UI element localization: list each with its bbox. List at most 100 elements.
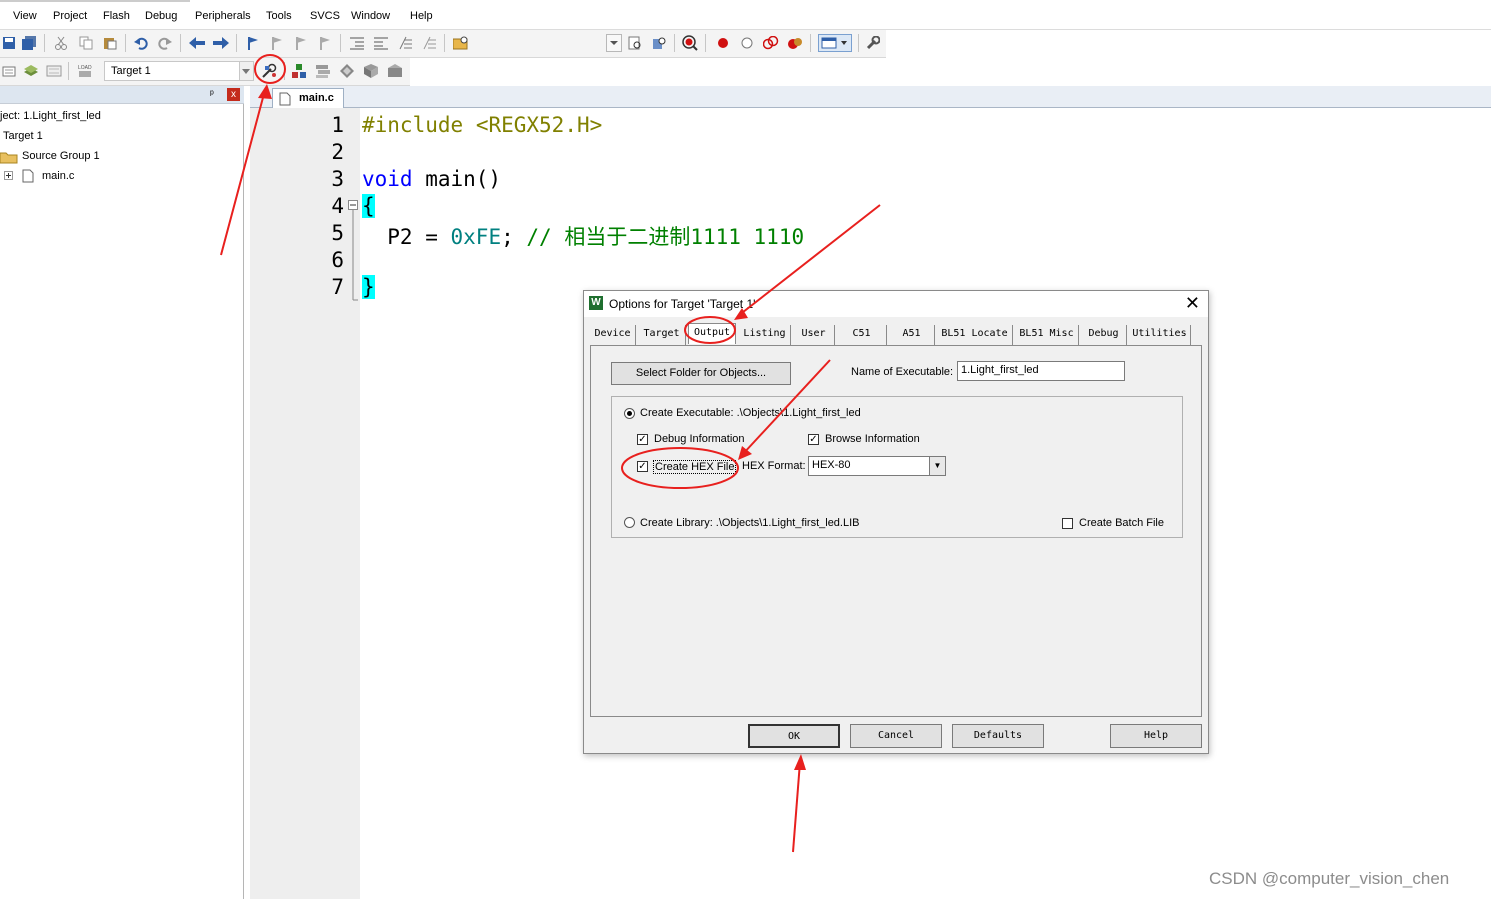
- menu-help[interactable]: Help: [410, 10, 433, 22]
- target-select[interactable]: Target 1: [104, 61, 254, 81]
- menu-svcs[interactable]: SVCS: [310, 10, 340, 22]
- options-dialog: W Options for Target 'Target 1' ✕ Device…: [583, 290, 1209, 754]
- rte-icon[interactable]: [362, 62, 380, 80]
- hex-format-select[interactable]: HEX-80 ▼: [808, 456, 946, 476]
- tree-target[interactable]: Target 1: [3, 130, 43, 142]
- find-combo-dropdown[interactable]: [606, 34, 622, 52]
- tab-utilities[interactable]: Utilities: [1129, 325, 1191, 345]
- tab-a51[interactable]: A51: [889, 325, 935, 345]
- bookmark-clear-icon[interactable]: [316, 34, 334, 52]
- create-library-radio[interactable]: [624, 517, 635, 528]
- manage-components-icon[interactable]: [290, 62, 308, 80]
- defaults-button[interactable]: Defaults: [952, 724, 1044, 748]
- breakpoint-enable-icon[interactable]: [738, 34, 756, 52]
- tab-user[interactable]: User: [793, 325, 835, 345]
- uncomment-icon[interactable]: [420, 34, 438, 52]
- create-executable-label: Create Executable: .\Objects\1.Light_fir…: [640, 407, 861, 419]
- tree-project[interactable]: ject: 1.Light_first_led: [0, 110, 101, 122]
- close-icon[interactable]: x: [227, 88, 240, 101]
- select-folder-button[interactable]: Select Folder for Objects...: [611, 362, 791, 385]
- create-executable-radio[interactable]: [624, 408, 635, 419]
- save-all-icon[interactable]: [20, 34, 38, 52]
- incremental-find-icon[interactable]: [650, 34, 668, 52]
- unindent-icon[interactable]: [372, 34, 390, 52]
- save-icon[interactable]: [0, 34, 18, 52]
- rebuild-icon[interactable]: [45, 62, 63, 80]
- tab-output[interactable]: Output: [688, 323, 736, 344]
- menu-view[interactable]: View: [13, 10, 37, 22]
- breakpoint-kill-icon[interactable]: [786, 34, 804, 52]
- cut-icon[interactable]: [52, 34, 70, 52]
- nav-back-icon[interactable]: [188, 34, 206, 52]
- ok-button[interactable]: OK: [748, 724, 840, 748]
- browse-information-checkbox[interactable]: ✓: [808, 434, 819, 445]
- nav-forward-icon[interactable]: [212, 34, 230, 52]
- tab-listing[interactable]: Listing: [739, 325, 791, 345]
- select-packs-icon[interactable]: [314, 62, 332, 80]
- paste-icon[interactable]: [101, 34, 119, 52]
- name-of-executable-input[interactable]: 1.Light_first_led: [957, 361, 1125, 381]
- tree-file-main[interactable]: main.c: [42, 170, 74, 182]
- bookmark-prev-icon[interactable]: [268, 34, 286, 52]
- chevron-down-icon[interactable]: [239, 62, 253, 80]
- breakpoint-disable-icon[interactable]: [762, 34, 780, 52]
- translate-icon[interactable]: [0, 62, 18, 80]
- expand-icon[interactable]: [4, 171, 14, 181]
- line-number: 2: [331, 140, 344, 164]
- pin-icon[interactable]: ᵖ: [210, 89, 214, 100]
- download-icon[interactable]: LOAD: [76, 62, 94, 80]
- create-hex-file-checkbox[interactable]: ✓: [637, 461, 648, 472]
- debug-information-checkbox[interactable]: ✓: [637, 434, 648, 445]
- editor-tabstrip: main.c: [250, 86, 1491, 108]
- create-batch-file-label: Create Batch File: [1079, 517, 1164, 529]
- menu-tools[interactable]: Tools: [266, 10, 292, 22]
- tab-bl51-locate[interactable]: BL51 Locate: [937, 325, 1013, 345]
- debug-start-icon[interactable]: [681, 34, 699, 52]
- create-hex-file-label[interactable]: Create HEX File: [653, 460, 737, 474]
- breakpoint-icon[interactable]: [714, 34, 732, 52]
- tab-bl51-misc[interactable]: BL51 Misc: [1015, 325, 1079, 345]
- menu-flash[interactable]: Flash: [103, 10, 130, 22]
- line-number: 5: [331, 221, 344, 245]
- create-batch-file-checkbox[interactable]: [1062, 518, 1073, 529]
- dialog-title: Options for Target 'Target 1': [609, 297, 756, 311]
- tab-target[interactable]: Target: [638, 325, 686, 345]
- project-panel-header: ᵖ x: [0, 86, 244, 104]
- toolbar-separator: [44, 34, 45, 52]
- redo-icon[interactable]: [156, 34, 174, 52]
- chevron-down-icon[interactable]: ▼: [929, 457, 945, 475]
- options-for-target-icon[interactable]: [260, 62, 278, 80]
- build-icon[interactable]: [22, 62, 40, 80]
- tree-source-group[interactable]: Source Group 1: [22, 150, 100, 162]
- menu-window[interactable]: Window: [351, 10, 390, 22]
- tab-main-c[interactable]: main.c: [272, 88, 344, 108]
- assignment: P2 =: [362, 225, 451, 249]
- close-icon[interactable]: ✕: [1185, 293, 1200, 314]
- build-toolbar: LOAD Target 1: [0, 58, 410, 86]
- bookmark-icon[interactable]: [244, 34, 262, 52]
- tab-debug[interactable]: Debug: [1081, 325, 1127, 345]
- menu-peripherals[interactable]: Peripherals: [195, 10, 251, 22]
- find-in-files-icon[interactable]: [452, 34, 470, 52]
- comment-icon[interactable]: [396, 34, 414, 52]
- window-layout-icon[interactable]: [818, 34, 852, 52]
- fold-marker[interactable]: [348, 200, 360, 304]
- find-icon[interactable]: [626, 34, 644, 52]
- indent-icon[interactable]: [348, 34, 366, 52]
- cancel-button[interactable]: Cancel: [850, 724, 942, 748]
- menu-project[interactable]: Project: [53, 10, 87, 22]
- menu-bar: View Project Flash Debug Peripherals Too…: [0, 0, 1491, 30]
- tab-c51[interactable]: C51: [837, 325, 887, 345]
- bookmark-next-icon[interactable]: [292, 34, 310, 52]
- help-button[interactable]: Help: [1110, 724, 1202, 748]
- pack-installer-icon[interactable]: [338, 62, 356, 80]
- debug-adapter-icon[interactable]: [386, 62, 404, 80]
- configure-icon[interactable]: [864, 34, 882, 52]
- title-fragment: [0, 0, 190, 2]
- undo-icon[interactable]: [132, 34, 150, 52]
- toolbar-separator: [284, 62, 285, 80]
- menu-debug[interactable]: Debug: [145, 10, 177, 22]
- copy-icon[interactable]: [77, 34, 95, 52]
- tab-device[interactable]: Device: [590, 325, 636, 345]
- toolbar-separator: [858, 34, 859, 52]
